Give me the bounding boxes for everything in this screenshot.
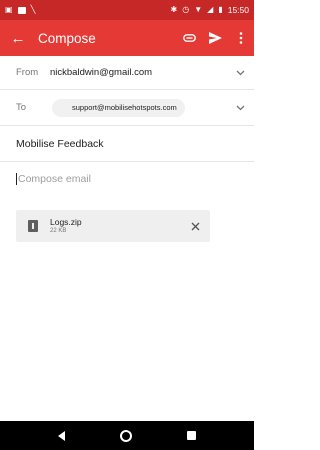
from-account[interactable]: nickbaldwin@gmail.com: [50, 67, 226, 78]
back-button[interactable]: ←: [0, 20, 36, 56]
from-dropdown[interactable]: [226, 70, 254, 76]
page-title: Compose: [38, 30, 96, 46]
attachment-card[interactable]: Logs.zip 22 KB: [16, 210, 210, 242]
to-dropdown[interactable]: [226, 105, 254, 111]
remove-attachment-button[interactable]: [180, 222, 210, 231]
from-row[interactable]: From nickbaldwin@gmail.com: [0, 56, 254, 90]
attach-icon: [182, 34, 196, 42]
from-label: From: [16, 67, 39, 78]
nav-recents-icon[interactable]: [187, 431, 197, 440]
status-right-icons: ✱ ◷ ▼ ◢ ▮ 15:50: [171, 5, 249, 15]
attachment-size: 22 KB: [50, 228, 67, 234]
alarm-icon: ◷: [182, 5, 190, 14]
wifi-icon: ▼: [194, 5, 203, 14]
zip-file-icon: [28, 220, 38, 232]
send-icon: [208, 32, 222, 44]
to-row[interactable]: To support@mobilisehotspots.com: [0, 90, 254, 126]
subject-field[interactable]: Mobilise Feedback: [16, 138, 104, 150]
app-bar: ← Compose: [0, 20, 254, 56]
battery-icon: ▮: [218, 5, 223, 14]
bluetooth-icon: ✱: [170, 5, 178, 14]
to-label: To: [16, 102, 27, 113]
send-button[interactable]: [202, 20, 228, 56]
compose-placeholder: Compose email: [18, 173, 91, 185]
notification-box-icon: ▣: [5, 5, 13, 14]
subject-row[interactable]: Mobilise Feedback: [0, 126, 254, 162]
close-icon: [191, 222, 199, 230]
status-bar: ▣ ╲ ✱ ◷ ▼ ◢ ▮ 15:50: [0, 0, 254, 20]
more-vert-icon: [239, 32, 243, 44]
text-cursor: [16, 173, 17, 185]
arrow-left-icon: ←: [10, 29, 26, 47]
recipient-chip[interactable]: support@mobilisehotspots.com: [52, 98, 185, 117]
image-icon: [17, 6, 26, 14]
compose-body[interactable]: Compose email: [16, 168, 236, 190]
attachment-name: Logs.zip: [50, 217, 82, 227]
attachment-info: Logs.zip 22 KB: [50, 217, 180, 235]
chevron-down-icon: [236, 105, 244, 110]
signal-icon: ◢: [207, 5, 214, 14]
missed-call-icon: ╲: [30, 5, 36, 14]
attach-button[interactable]: [176, 20, 202, 56]
chevron-down-icon: [236, 70, 244, 75]
nav-back-icon[interactable]: [57, 430, 65, 441]
navigation-bar: [0, 421, 254, 450]
compose-screen: ▣ ╲ ✱ ◷ ▼ ◢ ▮ 15:50 ← Compose From nickb…: [0, 0, 254, 450]
more-options-button[interactable]: [228, 20, 254, 56]
status-time: 15:50: [227, 5, 249, 15]
nav-home-icon[interactable]: [119, 429, 132, 442]
status-left-icons: ▣ ╲: [5, 6, 35, 14]
